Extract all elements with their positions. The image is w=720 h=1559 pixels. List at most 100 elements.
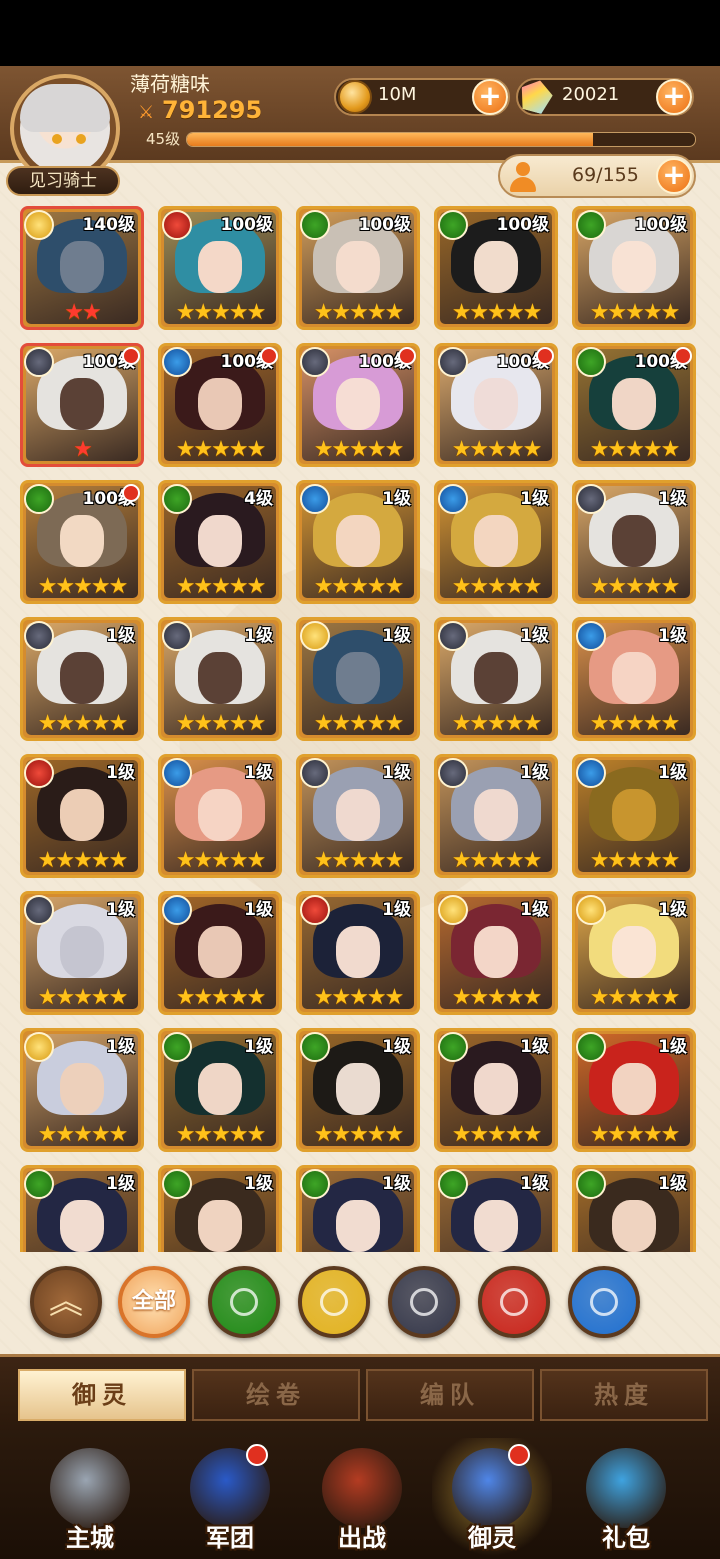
hero-stars: ★★★★★ [451, 574, 543, 599]
fire-faction-icon [500, 1288, 528, 1316]
hero-card[interactable]: 100级 ★★★★★ [296, 206, 420, 330]
notification-dot [536, 347, 554, 365]
filter-water-button[interactable] [568, 1266, 640, 1338]
hero-card[interactable]: 1级★★★★★ [20, 617, 144, 741]
hero-card[interactable]: 1级★★★★★ [158, 891, 282, 1015]
hero-card[interactable]: 1级 ★★★★★ [296, 891, 420, 1015]
add-gems-button[interactable]: + [656, 79, 692, 115]
nav-spirit-crystal[interactable]: 御灵 [432, 1438, 552, 1559]
hero-card[interactable]: 100级 ★★★★★ [158, 206, 282, 330]
filter-all-label: 全部 [131, 1289, 176, 1314]
hero-level: 140级 [82, 215, 136, 235]
hero-card[interactable]: 1级 ★★★★★ [296, 480, 420, 604]
hero-card[interactable]: 1级★★★★★ [572, 1165, 696, 1252]
dark-faction-icon [438, 347, 468, 377]
hero-stars: ★★★★★ [451, 848, 543, 873]
nature-faction-icon [300, 1032, 330, 1062]
nav-legion-shield[interactable]: 军团 [170, 1442, 290, 1557]
hero-face [335, 515, 381, 567]
notification-dot [122, 347, 140, 365]
hero-stars: ★★★★★ [313, 985, 405, 1010]
hero-face [197, 789, 243, 841]
hero-card[interactable]: 100级 ★★★★★ [20, 480, 144, 604]
tab-1[interactable]: 御灵 [18, 1369, 186, 1421]
hero-capacity-count: 69/155 [572, 164, 639, 186]
hero-card[interactable]: 1级★★★★★ [296, 1165, 420, 1252]
notification-dot [674, 347, 692, 365]
hero-card[interactable]: 1级★★★★★ [20, 1165, 144, 1252]
filter-fire-button[interactable] [478, 1266, 550, 1338]
filter-all-button[interactable]: 全部 [118, 1266, 190, 1338]
collapse-filter-button[interactable]: ︽ [30, 1266, 102, 1338]
hero-card[interactable]: 1级★★★★★ [434, 480, 558, 604]
hero-level: 100级 [496, 215, 550, 235]
combat-power: 791295 [162, 96, 263, 124]
hero-card[interactable]: 1级★★★★★ [296, 754, 420, 878]
hero-stars: ★★★★★ [313, 574, 405, 599]
nav-gift-shop[interactable]: 礼包 [566, 1442, 686, 1557]
hero-card[interactable]: 1级★★★★★ [20, 891, 144, 1015]
nav-castle[interactable]: 主城 [30, 1442, 150, 1557]
hero-card[interactable]: 1级★★★★★ [296, 1028, 420, 1152]
hero-card[interactable]: 100级 ★ [20, 343, 144, 467]
game-screen: 见习骑士 薄荷糖味 ⚔ 791295 45级 10M + 20021 + 69/… [0, 66, 720, 1559]
hero-card[interactable]: 1级★★★★★ [572, 617, 696, 741]
tab-2[interactable]: 绘卷 [192, 1369, 360, 1421]
hero-card[interactable]: 1级★★★★★ [572, 891, 696, 1015]
hero-card[interactable]: 1级★★★★★ [434, 754, 558, 878]
light-faction-icon [24, 210, 54, 240]
hero-card[interactable]: 1级★★★★★ [158, 1165, 282, 1252]
hero-card[interactable]: 1级★★★★★ [296, 617, 420, 741]
hero-card[interactable]: 1级★★★★★ [572, 1028, 696, 1152]
hero-stars: ★★ [64, 300, 101, 325]
tab-4[interactable]: 热度 [540, 1369, 708, 1421]
hero-card[interactable]: 100级 ★★★★★ [296, 343, 420, 467]
hero-card[interactable]: 100级 ★★★★★ [572, 343, 696, 467]
hero-stars: ★★★★★ [451, 985, 543, 1010]
hero-stars: ★★★★★ [589, 711, 681, 736]
hero-face [335, 1200, 381, 1252]
notification-dot [398, 347, 416, 365]
hero-card[interactable]: 1级★★★★★ [434, 1028, 558, 1152]
hero-card[interactable]: 1级★★★★★ [434, 617, 558, 741]
hero-card[interactable]: 1级★★★★★ [158, 754, 282, 878]
hero-stars: ★ [73, 437, 93, 462]
hero-face [611, 652, 657, 704]
hero-card[interactable]: 1级★★★★★ [158, 617, 282, 741]
hero-card[interactable]: 140级 ★★ [20, 206, 144, 330]
filter-dark-button[interactable] [388, 1266, 460, 1338]
hero-level: 1级 [382, 489, 411, 509]
nav-label: 御灵 [468, 1524, 516, 1552]
hero-card[interactable]: 1级★★★★★ [572, 754, 696, 878]
filter-light-button[interactable] [298, 1266, 370, 1338]
light-faction-icon [576, 895, 606, 925]
hero-card[interactable]: 1级★★★★★ [434, 1165, 558, 1252]
coin-amount: 10M [378, 84, 417, 105]
nature-faction-icon [576, 210, 606, 240]
hero-level: 1级 [382, 763, 411, 783]
water-faction-icon [438, 484, 468, 514]
hero-card[interactable]: 1级★★★★★ [20, 1028, 144, 1152]
dark-faction-icon [300, 758, 330, 788]
hero-level: 1级 [382, 900, 411, 920]
hero-card[interactable]: 100级 ★★★★★ [158, 343, 282, 467]
bottom-navigation: 主城 军团 出战 御灵 礼包 [0, 1430, 720, 1559]
hero-level: 1级 [106, 763, 135, 783]
nature-faction-icon [438, 1169, 468, 1199]
hero-card[interactable]: 1级★★★★★ [434, 891, 558, 1015]
hero-card[interactable]: 100级 ★★★★★ [434, 206, 558, 330]
tab-3[interactable]: 编队 [366, 1369, 534, 1421]
hero-card[interactable]: 1级★★★★★ [20, 754, 144, 878]
add-coins-button[interactable]: + [472, 79, 508, 115]
hero-card[interactable]: 100级 ★★★★★ [434, 343, 558, 467]
hero-face [473, 1063, 519, 1115]
filter-nature-button[interactable] [208, 1266, 280, 1338]
hero-stars: ★★★★★ [589, 985, 681, 1010]
hero-card[interactable]: 1级★★★★★ [572, 480, 696, 604]
nav-battle-gate[interactable]: 出战 [302, 1442, 422, 1557]
expand-capacity-button[interactable]: + [656, 158, 692, 194]
hero-card[interactable]: 4级 ★★★★★ [158, 480, 282, 604]
hero-stars: ★★★★★ [175, 985, 267, 1010]
hero-card[interactable]: 1级★★★★★ [158, 1028, 282, 1152]
hero-card[interactable]: 100级 ★★★★★ [572, 206, 696, 330]
